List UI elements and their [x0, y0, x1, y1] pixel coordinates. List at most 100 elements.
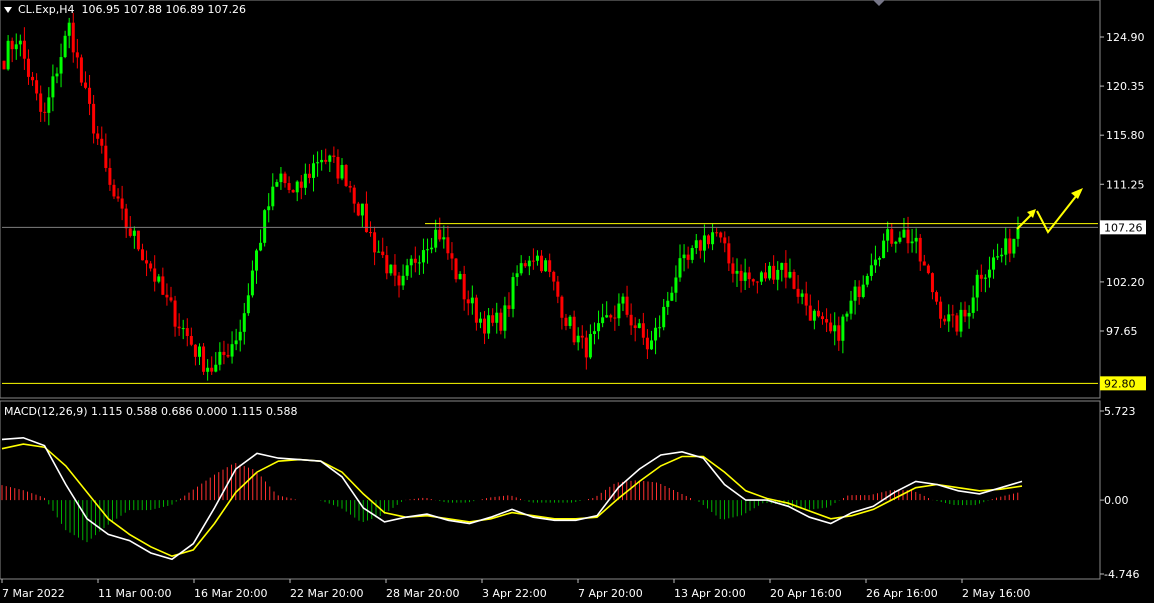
candle-body: [218, 351, 222, 365]
candle-body: [739, 270, 743, 281]
candle-body: [711, 232, 715, 245]
candle-body: [165, 294, 169, 298]
price-tick-label: 111.25: [1106, 178, 1145, 191]
candle-body: [959, 309, 963, 332]
candle-body: [438, 229, 442, 240]
candle-body: [544, 260, 548, 272]
candle-body: [804, 293, 808, 306]
candle-body: [96, 133, 100, 139]
candle-body: [751, 279, 755, 282]
candle-body: [666, 300, 670, 307]
candle-body: [930, 273, 934, 293]
candle-body: [857, 286, 861, 298]
candle-body: [295, 181, 299, 193]
candle-body: [731, 263, 735, 274]
candle-body: [764, 272, 767, 279]
candle-body: [491, 315, 495, 323]
candle-body: [328, 155, 332, 162]
ohlc-close: 107.26: [207, 3, 247, 16]
candle-body: [259, 242, 263, 251]
candle-body: [629, 314, 633, 326]
time-tick-label: 26 Apr 16:00: [866, 587, 938, 600]
candle-body: [197, 346, 201, 357]
candle-body: [352, 187, 356, 204]
candle-body: [51, 76, 55, 98]
candle-body: [926, 265, 930, 274]
candle-body: [22, 40, 26, 59]
candle-body: [291, 190, 295, 193]
candle-body: [140, 249, 144, 261]
candle-body: [483, 318, 487, 334]
candle-body: [678, 258, 682, 278]
candle-body: [393, 264, 397, 276]
candle-body: [613, 317, 617, 319]
candle-body: [360, 203, 364, 216]
collapse-triangle-icon[interactable]: [4, 7, 12, 13]
candle-body: [255, 250, 258, 271]
candle-body: [902, 229, 906, 238]
candle-body: [320, 159, 324, 163]
candle-body: [682, 254, 686, 259]
candle-body: [776, 269, 780, 280]
candle-body: [979, 274, 983, 279]
candle-body: [299, 181, 303, 188]
candle-body: [434, 229, 438, 248]
candle-body: [935, 292, 939, 302]
candle-body: [287, 183, 291, 191]
candle-body: [136, 230, 140, 250]
candle-body: [719, 232, 723, 238]
price-tick-label: 115.80: [1106, 129, 1145, 142]
candle-body: [1004, 238, 1008, 255]
ohlc-low: 106.89: [165, 3, 205, 16]
candle-body: [621, 296, 625, 304]
candle-body: [894, 241, 898, 244]
candle-body: [222, 351, 226, 355]
candle-body: [92, 103, 96, 134]
candle-body: [548, 260, 552, 272]
candle-body: [10, 40, 14, 50]
candle-body: [906, 229, 910, 244]
candle-body: [658, 327, 662, 329]
candle-body: [495, 312, 499, 323]
macd-tick-label: 0.00: [1104, 494, 1129, 507]
candle-body: [507, 305, 511, 309]
candle-body: [238, 331, 242, 341]
candle-body: [556, 281, 560, 297]
candle-body: [576, 335, 580, 343]
candle-body: [108, 167, 112, 185]
candle-body: [829, 322, 833, 332]
candle-body: [100, 138, 104, 146]
candle-body: [649, 340, 653, 350]
candle-body: [898, 237, 902, 242]
candle-body: [833, 325, 837, 332]
candle-body: [112, 184, 116, 197]
candle-body: [47, 97, 51, 113]
candle-body: [55, 73, 59, 77]
candle-body: [377, 251, 381, 253]
macd-tick-label: 5.723: [1104, 405, 1136, 418]
level-label: 92.80: [1104, 377, 1136, 390]
candle-body: [568, 316, 572, 326]
candle-body: [169, 297, 173, 301]
candle-body: [75, 52, 79, 58]
candle-body: [922, 261, 926, 266]
candle-body: [31, 76, 35, 81]
candle-body: [743, 272, 747, 281]
time-tick-label: 3 Apr 22:00: [482, 587, 547, 600]
candle-body: [149, 263, 153, 269]
candle-body: [690, 248, 694, 260]
candle-body: [975, 274, 979, 298]
candle-body: [385, 255, 389, 274]
candle-body: [605, 315, 609, 318]
candle-body: [120, 198, 124, 209]
candle-body: [601, 317, 605, 324]
candle-body: [609, 315, 613, 318]
candle-body: [2, 60, 6, 70]
candle-body: [955, 315, 959, 332]
candle-body: [552, 271, 556, 282]
candle-body: [723, 237, 727, 244]
candle-body: [686, 254, 690, 260]
candle-body: [519, 263, 523, 274]
candle-body: [878, 258, 882, 260]
candle-body: [132, 230, 136, 236]
